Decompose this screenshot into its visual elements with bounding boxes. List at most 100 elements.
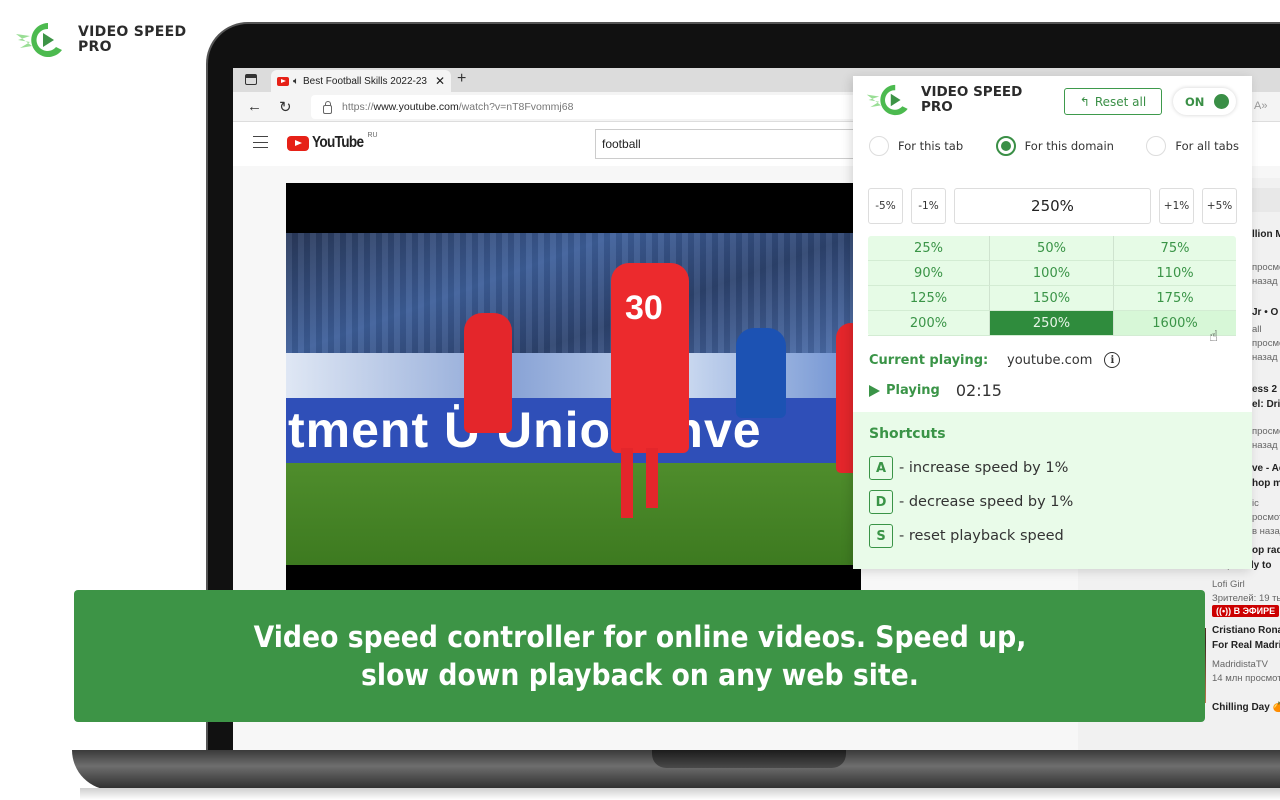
promo-stage: VIDEO SPEED PRO 🔈︎ Best Football Skills … xyxy=(0,0,1280,800)
info-icon[interactable]: i xyxy=(1104,352,1121,368)
back-arrow-icon[interactable]: ← xyxy=(247,98,262,115)
football-pitch xyxy=(286,463,861,565)
live-badge: ((•)) В ЭФИРЕ xyxy=(1212,605,1280,617)
shortcut-key: A xyxy=(869,456,893,480)
speed-play-logo-icon xyxy=(866,84,908,116)
radio-circle xyxy=(1146,136,1167,156)
player-leg xyxy=(646,448,658,508)
speed-preset-100[interactable]: 100% xyxy=(990,261,1114,286)
tab-actions-icon[interactable] xyxy=(245,74,257,85)
close-tab-icon[interactable]: ✕ xyxy=(435,74,445,88)
rec-meta: просмо xyxy=(1252,426,1280,437)
youtube-logo[interactable]: YouTube RU xyxy=(287,132,386,152)
laptop-shadow xyxy=(80,788,1280,800)
speed-preset-200[interactable]: 200% xyxy=(868,311,990,336)
video-frame: tment Ü Union Inve 30 xyxy=(286,233,861,565)
rec-title[interactable]: hop m xyxy=(1252,478,1280,489)
player-red xyxy=(464,313,512,433)
current-playing-domain: youtube.com xyxy=(1007,352,1093,368)
plus-1-button[interactable]: +1% xyxy=(1159,188,1194,224)
radio-for-all-tabs[interactable]: For all tabs xyxy=(1146,136,1239,156)
youtube-search-input[interactable]: football xyxy=(595,129,895,159)
radio-circle-selected xyxy=(995,136,1016,156)
radio-for-this-domain[interactable]: For this domain xyxy=(995,136,1114,156)
shortcuts-title: Shortcuts xyxy=(869,426,946,442)
rec-title[interactable]: el: Drib xyxy=(1252,399,1280,410)
current-playing-row: Current playing: youtube.com i xyxy=(869,352,1121,368)
playing-status: Playing 02:15 xyxy=(869,381,1002,400)
promo-banner: Video speed controller for online videos… xyxy=(74,590,1205,722)
speed-input[interactable]: 250% xyxy=(954,188,1151,224)
rec-title[interactable]: Cristiano Rona xyxy=(1212,625,1280,636)
playback-time: 02:15 xyxy=(955,381,1002,400)
rec-title[interactable]: Chilling Day 🍊 xyxy=(1212,702,1280,713)
speed-preset-250[interactable]: 250% xyxy=(990,311,1114,336)
rec-meta: назад xyxy=(1252,276,1278,287)
rec-title[interactable]: op rad xyxy=(1252,545,1280,556)
youtube-play-icon xyxy=(287,135,309,151)
player-leg xyxy=(621,448,633,518)
brand-name-line2: PRO xyxy=(78,39,112,55)
rec-title[interactable]: For Real Madri xyxy=(1212,640,1280,651)
speed-preset-175[interactable]: 175% xyxy=(1114,286,1236,311)
hand-cursor-icon: ☝︎ xyxy=(1209,327,1219,345)
speed-preset-25[interactable]: 25% xyxy=(868,236,990,261)
on-off-toggle[interactable]: ON xyxy=(1173,88,1236,115)
rec-meta: просмо xyxy=(1252,338,1280,349)
player-red-30: 30 xyxy=(611,263,689,453)
tab-title: Best Football Skills 2022-23 xyxy=(303,75,427,87)
speaker-icon[interactable]: 🔈︎ xyxy=(293,76,299,87)
minus-5-button[interactable]: -5% xyxy=(868,188,903,224)
shortcut-key: S xyxy=(869,524,893,548)
speed-stepper: -5% -1% 250% +1% +5% xyxy=(868,188,1237,224)
brand-name-line1: VIDEO SPEED xyxy=(78,24,187,40)
speed-preset-110[interactable]: 110% xyxy=(1114,261,1236,286)
radio-circle xyxy=(869,136,889,156)
url-text: https://www.youtube.com/watch?v=nT8Fvomm… xyxy=(342,101,574,113)
radio-for-this-tab[interactable]: For this tab xyxy=(869,136,963,156)
rec-title[interactable]: llion M xyxy=(1252,229,1280,240)
video-player[interactable]: tment Ü Union Inve 30 xyxy=(286,183,861,593)
speed-preset-150[interactable]: 150% xyxy=(990,286,1114,311)
speed-preset-125[interactable]: 125% xyxy=(868,286,990,311)
rec-title[interactable]: Jr • O xyxy=(1252,307,1278,318)
speed-play-logo-icon xyxy=(16,23,62,57)
reload-icon[interactable]: ↻ xyxy=(279,98,292,116)
youtube-favicon-icon xyxy=(277,76,289,86)
shortcut-row: A - increase speed by 1% xyxy=(869,456,1068,480)
speed-preset-75[interactable]: 75% xyxy=(1114,236,1236,261)
popup-title-line2: PRO xyxy=(921,99,953,115)
menu-icon[interactable] xyxy=(253,136,268,148)
rec-title[interactable]: ess 2 xyxy=(1252,384,1277,395)
minus-1-button[interactable]: -1% xyxy=(911,188,946,224)
extension-popup: VIDEO SPEED PRO ↰ Reset all ON For this … xyxy=(853,76,1252,569)
browser-tab[interactable]: 🔈︎ Best Football Skills 2022-23 ✕ xyxy=(271,70,451,92)
toggle-knob xyxy=(1214,94,1229,109)
undo-arrow-icon: ↰ xyxy=(1079,94,1090,109)
url-field[interactable]: https://www.youtube.com/watch?v=nT8Fvomm… xyxy=(311,95,871,119)
shortcut-key: D xyxy=(869,490,893,514)
rec-meta: росмот xyxy=(1252,512,1280,523)
rec-meta: назад xyxy=(1252,352,1278,363)
speed-preset-50[interactable]: 50% xyxy=(990,236,1114,261)
shortcut-row: D - decrease speed by 1% xyxy=(869,490,1073,514)
rec-meta: 14 млн просмот xyxy=(1212,673,1280,684)
promo-text: Video speed controller for online videos… xyxy=(253,620,1026,692)
rec-channel[interactable]: Lofi Girl xyxy=(1212,579,1245,590)
shortcuts-panel: Shortcuts A - increase speed by 1% D - d… xyxy=(853,412,1252,569)
brand-logo: VIDEO SPEED PRO xyxy=(14,20,186,60)
rec-meta: ic xyxy=(1252,498,1259,509)
rec-channel[interactable]: MadridistaTV xyxy=(1212,659,1268,670)
play-icon xyxy=(869,384,880,397)
speed-preset-90[interactable]: 90% xyxy=(868,261,990,286)
popup-title-line1: VIDEO SPEED xyxy=(921,84,1023,100)
rec-meta: в назад xyxy=(1252,526,1280,537)
rec-title[interactable]: ve - Ae xyxy=(1252,463,1280,474)
plus-5-button[interactable]: +5% xyxy=(1202,188,1237,224)
rec-meta: назад xyxy=(1252,440,1278,451)
laptop-notch xyxy=(652,750,846,768)
read-aloud-icon[interactable]: A» xyxy=(1254,100,1267,112)
reset-all-button[interactable]: ↰ Reset all xyxy=(1064,88,1162,115)
new-tab-button[interactable]: + xyxy=(457,70,466,88)
scope-radio-group: For this tab For this domain For all tab… xyxy=(869,136,1239,156)
